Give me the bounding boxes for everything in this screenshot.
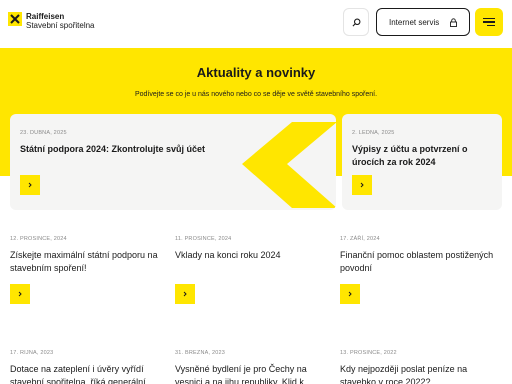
search-button[interactable]: [343, 8, 369, 36]
hamburger-menu-icon: [483, 18, 495, 20]
chevron-right-icon: [18, 291, 22, 297]
news-title[interactable]: Získejte maximální státní podporu na sta…: [10, 249, 165, 275]
news-arrow-button[interactable]: [340, 284, 360, 304]
page-subtitle: Podívejte se co je u nás nového nebo co …: [134, 91, 378, 98]
news-title[interactable]: Finanční pomoc oblastem postižených povo…: [340, 249, 495, 275]
internet-servis-button[interactable]: Internet servis: [376, 8, 470, 36]
menu-line: [483, 21, 495, 23]
news-date: 13. PROSINCE, 2022: [340, 350, 397, 356]
search-icon: [352, 18, 360, 26]
lock-icon: [450, 18, 457, 27]
logo[interactable]: Raiffeisen Stavební spořitelna: [8, 12, 95, 30]
raiffeisen-gable-icon: [8, 12, 22, 26]
news-arrow-button[interactable]: [10, 284, 30, 304]
card-arrow-button[interactable]: [20, 175, 40, 195]
chevron-right-icon: [360, 182, 364, 188]
chevron-right-icon: [183, 291, 187, 297]
hamburger-menu-button[interactable]: [475, 8, 503, 36]
logo-line-1: Raiffeisen: [26, 12, 65, 21]
news-title[interactable]: Kdy nejpozději poslat peníze na stavebko…: [340, 363, 495, 384]
card-date: 2. LEDNA, 2025: [352, 130, 395, 136]
news-date: 17. ŘÍJNA, 2023: [10, 350, 54, 356]
logo-text: Raiffeisen Stavební spořitelna: [26, 12, 95, 30]
card-title[interactable]: Výpisy z účtu a potvrzení o úrocích za r…: [352, 143, 492, 169]
news-item[interactable]: 31. BŘEZNA, 2023 Vysněné bydlení je pro …: [175, 350, 327, 384]
card-date: 23. DUBNA, 2025: [20, 130, 67, 136]
news-item[interactable]: 17. ZÁŘÍ, 2024 Finanční pomoc oblastem p…: [340, 236, 495, 275]
news-date: 11. PROSINCE, 2024: [175, 236, 232, 242]
card-title[interactable]: Státní podpora 2024: Zkontrolujte svůj ú…: [20, 143, 250, 156]
news-arrow-button[interactable]: [175, 284, 195, 304]
news-title[interactable]: Vysněné bydlení je pro Čechy na vesnici …: [175, 363, 327, 384]
news-item[interactable]: 11. PROSINCE, 2024 Vklady na konci roku …: [175, 236, 330, 262]
news-title[interactable]: Vklady na konci roku 2024: [175, 249, 330, 262]
menu-line: [487, 24, 495, 26]
news-item[interactable]: 13. PROSINCE, 2022 Kdy nejpozději poslat…: [340, 350, 495, 384]
featured-card-1[interactable]: 23. DUBNA, 2025 Státní podpora 2024: Zko…: [10, 114, 336, 210]
page-title: Aktuality a novinky: [196, 65, 316, 80]
news-item[interactable]: 17. ŘÍJNA, 2023 Dotace na zateplení i úv…: [10, 350, 162, 384]
card-arrow-button[interactable]: [352, 175, 372, 195]
news-date: 31. BŘEZNA, 2023: [175, 350, 225, 356]
chevron-right-icon: [348, 291, 352, 297]
news-item[interactable]: 12. PROSINCE, 2024 Získejte maximální st…: [10, 236, 165, 275]
internet-servis-label: Internet servis: [389, 17, 440, 27]
news-title[interactable]: Dotace na zateplení i úvěry vyřídí stave…: [10, 363, 162, 384]
decorative-chevron-shape: [242, 122, 336, 208]
featured-card-2[interactable]: 2. LEDNA, 2025 Výpisy z účtu a potvrzení…: [342, 114, 502, 210]
chevron-right-icon: [28, 182, 32, 188]
news-date: 12. PROSINCE, 2024: [10, 236, 67, 242]
logo-line-2: Stavební spořitelna: [26, 21, 95, 30]
site-header: Raiffeisen Stavební spořitelna Internet …: [0, 0, 512, 48]
news-date: 17. ZÁŘÍ, 2024: [340, 236, 380, 242]
